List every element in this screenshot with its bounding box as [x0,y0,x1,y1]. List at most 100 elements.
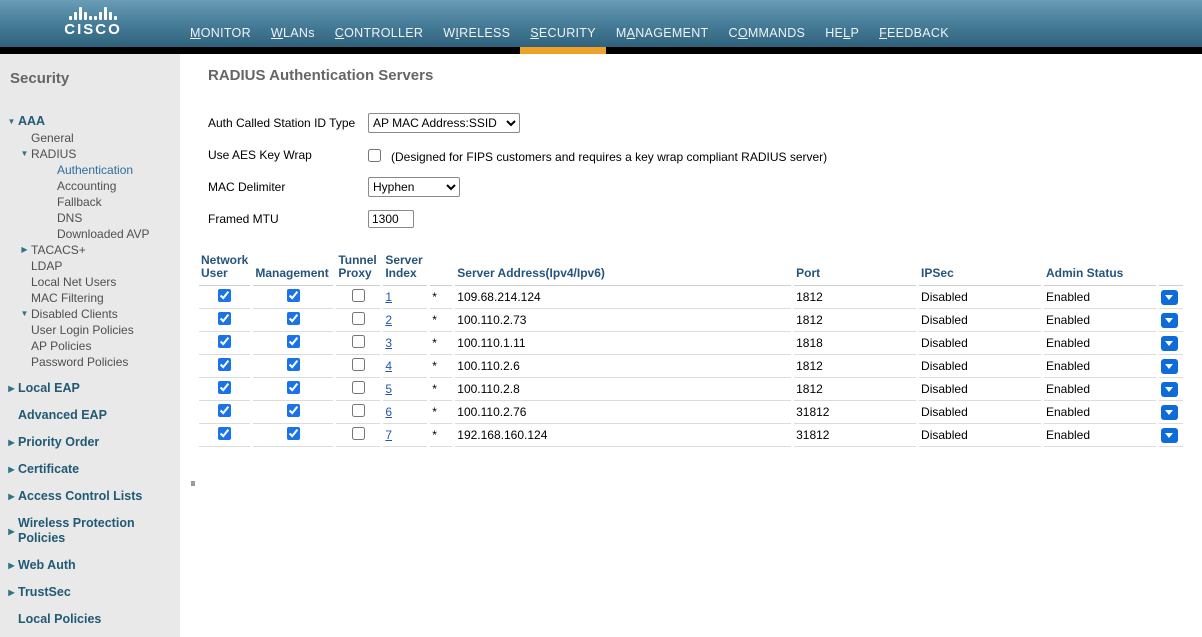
management-checkbox[interactable] [286,427,300,440]
row-actions-dropdown-button[interactable] [1160,427,1178,443]
sidebar-item-local-eap[interactable]: ▶ Local EAP [0,380,180,397]
sidebar-item-fallback[interactable]: Fallback [0,194,180,210]
aes-key-wrap-checkbox[interactable] [368,148,381,162]
sidebar-item-local-policies[interactable]: Local Policies [0,611,180,628]
nav-tab-management[interactable]: MANAGEMENT [616,26,709,40]
aes-key-wrap-row: Use AES Key Wrap (Designed for FIPS cust… [208,144,1186,166]
tunnel-proxy-checkbox[interactable] [351,381,365,394]
management-checkbox[interactable] [286,335,300,348]
sidebar-item-authentication[interactable]: Authentication [0,162,180,178]
network-user-checkbox[interactable] [218,312,232,325]
sidebar-item-label: Authentication [57,163,134,177]
network-user-checkbox[interactable] [218,289,232,302]
sidebar-item-label: Certificate [18,462,80,476]
nav-tab-monitor[interactable]: MONITOR [190,26,251,40]
sidebar-item-general[interactable]: General [0,130,180,146]
sidebar-item-downloaded-avp[interactable]: Downloaded AVP [0,226,180,242]
admin-status: Enabled [1045,382,1091,396]
management-checkbox[interactable] [286,381,300,394]
sidebar-item-advanced-eap[interactable]: Advanced EAP [0,407,180,424]
management-checkbox[interactable] [286,312,300,325]
sidebar-item-ldap[interactable]: LDAP [0,258,180,274]
radius-config-form: Auth Called Station ID Type AP MAC Addre… [208,112,1186,230]
sidebar-item-priority-order[interactable]: ▶ Priority Order [0,434,180,451]
management-checkbox[interactable] [286,404,300,417]
server-index-link[interactable]: 5 [385,382,392,396]
tunnel-proxy-checkbox[interactable] [351,289,365,302]
network-user-checkbox[interactable] [218,381,232,394]
chevron-down-icon [1165,364,1174,370]
server-index-link[interactable]: 6 [385,405,392,419]
sidebar-item-mac-filtering[interactable]: MAC Filtering [0,290,180,306]
nav-tab-help[interactable]: HELP [825,26,859,40]
ipsec-status: Disabled [921,313,968,327]
server-index-link[interactable]: 7 [385,428,392,442]
sidebar-item-local-net-users[interactable]: Local Net Users [0,274,180,290]
sidebar-item-certificate[interactable]: ▶ Certificate [0,461,180,478]
nav-tab-wlans[interactable]: WLANs [271,26,315,40]
row-actions-dropdown-button[interactable] [1160,289,1178,305]
management-checkbox[interactable] [286,289,300,302]
server-index-link[interactable]: 4 [385,359,392,373]
sidebar: Security ▼ AAA General ▼ RADIUS Authenti… [0,54,180,637]
management-checkbox[interactable] [286,358,300,371]
sidebar-item-access-control-lists[interactable]: ▶ Access Control Lists [0,488,180,505]
admin-status: Enabled [1045,359,1091,373]
server-address: 100.110.2.8 [457,382,520,396]
framed-mtu-input[interactable] [368,210,414,228]
tree-arrow-icon: ▼ [20,149,29,158]
auth-called-station-label: Auth Called Station ID Type [208,116,356,130]
row-actions-dropdown-button[interactable] [1160,381,1178,397]
server-index-link[interactable]: 1 [385,290,392,304]
sidebar-item-user-login-policies[interactable]: User Login Policies [0,322,180,338]
tree-arrow-icon: ▼ [7,117,16,126]
sidebar-item-label: Web Auth [18,558,76,572]
sidebar-item-dns[interactable]: DNS [0,210,180,226]
network-user-checkbox[interactable] [218,358,232,371]
sidebar-item-accounting[interactable]: Accounting [0,178,180,194]
star-marker: * [432,428,437,442]
row-actions-dropdown-button[interactable] [1160,358,1178,374]
row-actions-dropdown-button[interactable] [1160,335,1178,351]
admin-status: Enabled [1045,405,1091,419]
nav-tab-security[interactable]: SECURITY [520,26,606,54]
tunnel-proxy-checkbox[interactable] [351,312,365,325]
mac-delimiter-select[interactable]: Hyphen [368,177,460,197]
admin-status: Enabled [1045,313,1091,327]
network-user-checkbox[interactable] [218,335,232,348]
nav-tab-wireless[interactable]: WIRELESS [443,26,510,40]
sidebar-item-password-policies[interactable]: Password Policies [0,354,180,370]
sidebar-item-label: Local Net Users [31,275,117,289]
server-row: 5 * 100.110.2.8 1812 Disabled Enabled [199,378,1183,401]
sidebar-item-wireless-protection-policies[interactable]: ▶ Wireless Protection Policies [0,515,180,547]
network-user-checkbox[interactable] [218,404,232,417]
row-actions-dropdown-button[interactable] [1160,404,1178,420]
tunnel-proxy-checkbox[interactable] [351,427,365,440]
server-port: 1812 [796,313,823,327]
col-server-index: Server Index [383,252,428,286]
sidebar-resize-handle[interactable] [191,481,195,486]
admin-status: Enabled [1045,336,1091,350]
tunnel-proxy-checkbox[interactable] [351,335,365,348]
sidebar-item-tacacs-[interactable]: ▶ TACACS+ [0,242,180,258]
col-actions [1158,252,1183,286]
sidebar-item-radius[interactable]: ▼ RADIUS [0,146,180,162]
nav-tab-feedback[interactable]: FEEDBACK [879,26,949,40]
sidebar-item-trustsec[interactable]: ▶ TrustSec [0,584,180,601]
tunnel-proxy-checkbox[interactable] [351,358,365,371]
server-index-link[interactable]: 3 [385,336,392,350]
nav-tab-controller[interactable]: CONTROLLER [335,26,423,40]
sidebar-item-label: User Login Policies [31,323,134,337]
server-index-link[interactable]: 2 [385,313,392,327]
auth-called-station-select[interactable]: AP MAC Address:SSID [368,113,520,133]
star-marker: * [432,290,437,304]
tunnel-proxy-checkbox[interactable] [351,404,365,417]
sidebar-item-web-auth[interactable]: ▶ Web Auth [0,557,180,574]
nav-tab-commands[interactable]: COMMANDS [728,26,805,40]
chevron-down-icon [1165,387,1174,393]
sidebar-item-disabled-clients[interactable]: ▼ Disabled Clients [0,306,180,322]
row-actions-dropdown-button[interactable] [1160,312,1178,328]
network-user-checkbox[interactable] [218,427,232,440]
sidebar-item-aaa[interactable]: ▼ AAA [0,113,180,130]
sidebar-item-ap-policies[interactable]: AP Policies [0,338,180,354]
